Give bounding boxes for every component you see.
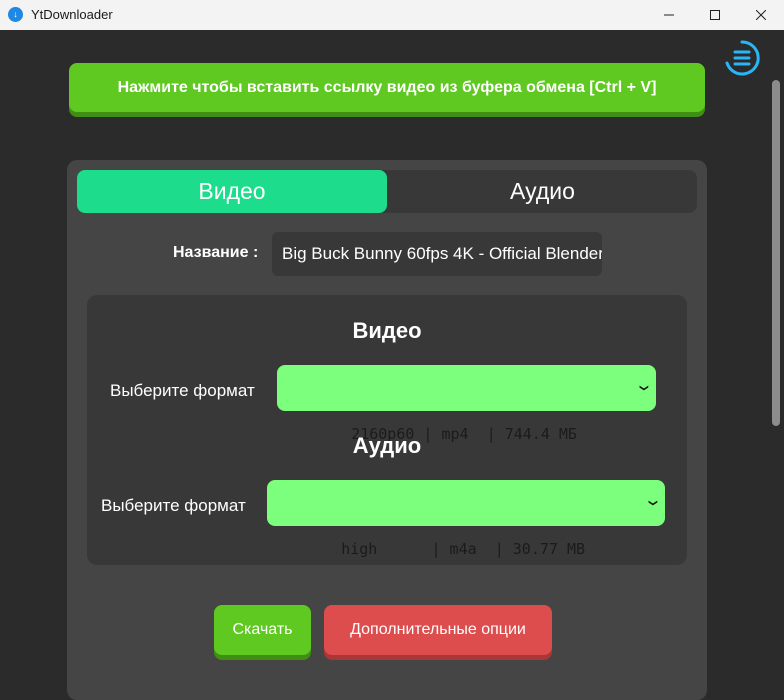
video-format-label: Выберите формат xyxy=(110,381,255,400)
title-bar: ↓ YtDownloader xyxy=(0,0,784,30)
name-field[interactable]: Big Buck Bunny 60fps 4K - Official Blend… xyxy=(272,232,602,276)
video-format-select[interactable]: 2160p60 | mp4 | 744.4 МБ ❯ xyxy=(277,365,656,443)
audio-section-title: Аудио xyxy=(352,433,422,458)
close-icon xyxy=(756,10,766,20)
download-card: Видео Аудио Название : Big Buck Bunny 60… xyxy=(67,160,707,700)
paste-link-button[interactable]: Нажмите чтобы вставить ссылку видео из б… xyxy=(69,63,705,112)
minimize-icon xyxy=(664,14,674,16)
scrollbar-thumb[interactable] xyxy=(772,80,780,426)
name-label: Название : xyxy=(173,244,259,261)
download-button[interactable]: Скачать xyxy=(214,605,311,655)
chevron-down-icon: ❯ xyxy=(637,384,652,392)
audio-format-label: Выберите формат xyxy=(101,496,246,515)
close-button[interactable] xyxy=(738,0,784,30)
scrollbar[interactable] xyxy=(768,30,784,679)
maximize-icon xyxy=(710,10,720,20)
audio-format-select[interactable]: high | m4a | 30.77 MB ❯ xyxy=(267,480,665,558)
audio-format-value: high | m4a | 30.77 MB xyxy=(341,540,586,558)
window-title: YtDownloader xyxy=(31,7,113,22)
format-panel: Видео Выберите формат 2160p60 | mp4 | 74… xyxy=(87,295,687,565)
app-icon: ↓ xyxy=(8,7,23,22)
video-section-title: Видео xyxy=(352,318,422,343)
chevron-down-icon: ❯ xyxy=(646,499,661,507)
minimize-button[interactable] xyxy=(646,0,692,30)
tab-audio[interactable]: Аудио xyxy=(388,170,697,213)
maximize-button[interactable] xyxy=(692,0,738,30)
more-options-button[interactable]: Дополнительные опции xyxy=(324,605,552,655)
menu-button[interactable] xyxy=(723,39,761,77)
tab-bar: Видео Аудио xyxy=(77,170,697,213)
tab-video[interactable]: Видео xyxy=(77,170,387,213)
hamburger-circle-icon xyxy=(725,40,760,76)
